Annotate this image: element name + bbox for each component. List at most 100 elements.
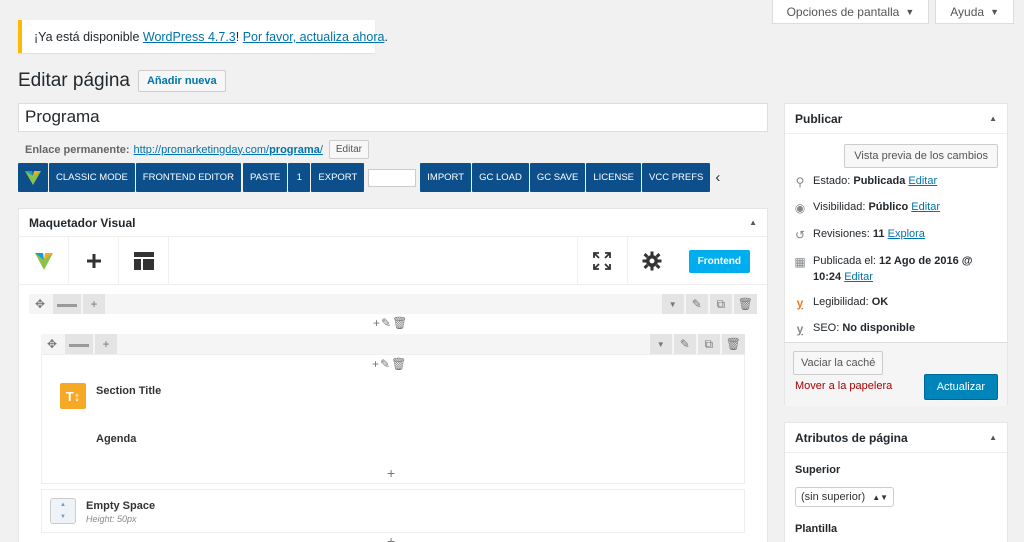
- visibility-label: Visibilidad:: [813, 201, 869, 213]
- add-element-icon[interactable]: +: [387, 465, 395, 481]
- publish-box-header[interactable]: Publicar ▲: [785, 104, 1007, 134]
- vc-navbar-right: Frontend: [576, 237, 767, 285]
- seo-text: SEO: No disponible: [813, 321, 915, 337]
- settings-button[interactable]: [626, 237, 677, 285]
- vc-logo-nav[interactable]: [19, 236, 69, 285]
- readability-row: ỵ Legibilidad: OK: [793, 295, 1003, 312]
- browse-revisions-link[interactable]: Explora: [888, 228, 925, 240]
- edit-visibility-link[interactable]: Editar: [911, 201, 940, 213]
- templates-button[interactable]: [119, 236, 169, 285]
- revisions-text: Revisiones: 11 Explora: [813, 227, 925, 243]
- row-controls-left: ✥ ▬▬ +: [29, 294, 105, 314]
- revisions-label: Revisiones:: [813, 228, 873, 240]
- section-title-element[interactable]: T↕ Section Title: [60, 383, 161, 409]
- vcc-prefs-button[interactable]: VCC PREFS: [642, 163, 711, 192]
- visual-composer-panel: Maquetador Visual ▲ Frontend ✥ ▬▬ + ▼ ✎ …: [18, 208, 768, 542]
- license-button[interactable]: LICENSE: [586, 163, 642, 192]
- row-layout-icon[interactable]: ▬▬: [65, 334, 93, 354]
- edit-status-link[interactable]: Editar: [908, 175, 937, 187]
- update-button[interactable]: Actualizar: [923, 374, 998, 400]
- move-icon[interactable]: ✥: [29, 294, 51, 314]
- post-title-input[interactable]: Programa: [18, 103, 768, 132]
- screen-options-label: Opciones de pantalla: [786, 4, 900, 19]
- parent-select-value: (sin superior): [801, 491, 866, 503]
- add-element-button[interactable]: [69, 236, 119, 285]
- screen-options-button[interactable]: Opciones de pantalla ▼: [771, 0, 930, 24]
- paste-button[interactable]: PASTE: [242, 163, 288, 192]
- inner-row-controls-left: ✥ ▬▬ +: [41, 334, 117, 354]
- agenda-element[interactable]: Agenda: [96, 431, 136, 445]
- add-column-icon[interactable]: +: [95, 334, 117, 354]
- move-icon[interactable]: ✥: [41, 334, 63, 354]
- collapse-icon[interactable]: ▲: [989, 433, 997, 442]
- preview-changes-button[interactable]: Vista previa de los cambios: [844, 144, 998, 168]
- trash-icon[interactable]: 🗑: [733, 294, 757, 314]
- inner-column: +✎🗑 T↕ Section Title Agenda +: [41, 354, 745, 484]
- template-label: Plantilla: [795, 523, 838, 535]
- add-element-icon[interactable]: +: [387, 533, 395, 542]
- gc-save-button[interactable]: GC SAVE: [529, 163, 586, 192]
- row-layout-icon[interactable]: ▬▬: [53, 294, 81, 314]
- permalink-url[interactable]: http://promarketingday.com/programa/: [134, 144, 323, 156]
- vc-logo-icon: [34, 252, 53, 270]
- page-title: Editar página: [18, 70, 130, 91]
- empty-space-element[interactable]: ▲ ▼ Empty Space Height: 50px: [41, 489, 745, 533]
- fullscreen-icon: [593, 252, 612, 270]
- status-row: ⚲ Estado: Publicada Editar: [793, 174, 1003, 191]
- import-button[interactable]: IMPORT: [420, 163, 472, 192]
- import-text-field[interactable]: [368, 168, 417, 187]
- gc-load-button[interactable]: GC LOAD: [472, 163, 529, 192]
- chevron-down-icon[interactable]: ▼: [649, 334, 672, 354]
- collapse-icon[interactable]: ▲: [749, 218, 757, 227]
- wordpress-version-link[interactable]: WordPress 4.7.3: [143, 30, 236, 44]
- pencil-icon[interactable]: ✎: [673, 334, 696, 354]
- published-date-row: ▦ Publicada el: 12 Ago de 2016 @ 10:24 Ed…: [793, 254, 1003, 286]
- update-notice: ¡Ya está disponible WordPress 4.7.3! Por…: [18, 20, 388, 53]
- add-new-button[interactable]: Añadir nueva: [137, 70, 226, 92]
- readability-text: Legibilidad: OK: [813, 295, 888, 311]
- page-header: Editar página Añadir nueva: [18, 70, 226, 92]
- parent-select[interactable]: (sin superior) ▲▼: [795, 487, 895, 507]
- paste-count-badge[interactable]: 1: [288, 163, 311, 192]
- trash-icon[interactable]: 🗑: [721, 334, 745, 354]
- publish-box: Publicar ▲ Vista previa de los cambios ⚲…: [784, 103, 1008, 406]
- column-controls[interactable]: +✎🗑: [373, 316, 408, 330]
- export-button[interactable]: EXPORT: [311, 163, 365, 192]
- plus-icon: [86, 253, 101, 268]
- pin-icon: ⚲: [795, 175, 805, 189]
- frontend-editor-button[interactable]: FRONTEND EDITOR: [135, 163, 241, 192]
- page-attributes-header[interactable]: Atributos de página ▲: [785, 423, 1007, 453]
- vc-navbar: Frontend: [19, 236, 767, 285]
- edit-date-link[interactable]: Editar: [844, 271, 873, 283]
- visibility-row: ◉ Visibilidad: Público Editar: [793, 200, 1003, 217]
- permalink-slug: programa: [269, 143, 320, 156]
- history-icon: ↺: [794, 228, 806, 242]
- status-text: Estado: Publicada Editar: [813, 174, 937, 190]
- flush-cache-button[interactable]: Vaciar la caché: [793, 351, 884, 375]
- move-to-trash-link[interactable]: Mover a la papelera: [795, 380, 892, 392]
- notice-text: !: [235, 30, 243, 44]
- row-controls: ✥ ▬▬ + ▼ ✎ ⧉ 🗑: [29, 294, 757, 314]
- add-column-icon[interactable]: +: [83, 294, 105, 314]
- classic-mode-button[interactable]: CLASSIC MODE: [49, 163, 135, 192]
- published-time-value: 10:24: [813, 270, 842, 283]
- seo-row: ỵ SEO: No disponible: [793, 321, 1003, 338]
- permalink-edit-button[interactable]: Editar: [328, 140, 370, 159]
- chevron-left-icon[interactable]: ‹: [715, 169, 720, 186]
- parent-label: Superior: [795, 464, 841, 476]
- pencil-icon[interactable]: ✎: [685, 294, 708, 314]
- frontend-button[interactable]: Frontend: [688, 249, 750, 273]
- fullscreen-button[interactable]: [576, 237, 627, 285]
- readability-value: OK: [871, 296, 889, 308]
- help-button[interactable]: Ayuda ▼: [935, 0, 1014, 24]
- chevron-down-icon[interactable]: ▼: [661, 294, 684, 314]
- collapse-icon[interactable]: ▲: [989, 114, 997, 123]
- column-controls[interactable]: +✎🗑: [372, 357, 407, 371]
- vc-logo-button[interactable]: [18, 163, 48, 192]
- clone-icon[interactable]: ⧉: [697, 334, 720, 354]
- clone-icon[interactable]: ⧉: [709, 294, 732, 314]
- update-now-link[interactable]: Por favor, actualiza ahora: [243, 30, 385, 44]
- published-text: Publicada el: 12 Ago de 2016 @ 10:24 Edit…: [813, 254, 973, 286]
- vc-panel-header[interactable]: Maquetador Visual ▲: [19, 209, 767, 237]
- empty-space-content: ▲ ▼ Empty Space Height: 50px: [50, 498, 155, 524]
